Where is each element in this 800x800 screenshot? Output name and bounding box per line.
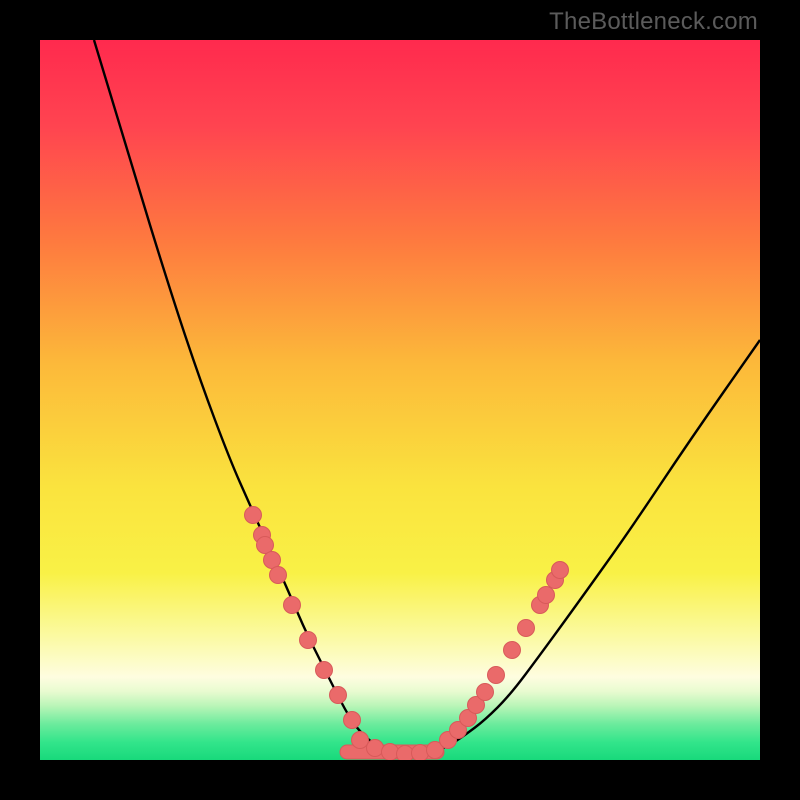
data-dots bbox=[245, 507, 569, 761]
data-dot bbox=[552, 562, 569, 579]
curve-layer bbox=[40, 40, 760, 760]
data-dot bbox=[330, 687, 347, 704]
data-dot bbox=[270, 567, 287, 584]
data-dot bbox=[382, 744, 399, 761]
data-dot bbox=[397, 746, 414, 761]
plot-area bbox=[40, 40, 760, 760]
data-dot bbox=[412, 745, 429, 761]
data-dot bbox=[284, 597, 301, 614]
data-dot bbox=[477, 684, 494, 701]
bottleneck-curve bbox=[94, 40, 760, 754]
data-dot bbox=[352, 732, 369, 749]
data-dot bbox=[504, 642, 521, 659]
data-dot bbox=[300, 632, 317, 649]
data-dot bbox=[367, 740, 384, 757]
data-dot bbox=[488, 667, 505, 684]
data-dot bbox=[245, 507, 262, 524]
data-dot bbox=[344, 712, 361, 729]
data-dot bbox=[264, 552, 281, 569]
data-dot bbox=[316, 662, 333, 679]
watermark-text: TheBottleneck.com bbox=[549, 8, 758, 36]
data-dot bbox=[518, 620, 535, 637]
data-dot bbox=[257, 537, 274, 554]
data-dot bbox=[538, 587, 555, 604]
chart-frame: TheBottleneck.com bbox=[0, 0, 800, 800]
